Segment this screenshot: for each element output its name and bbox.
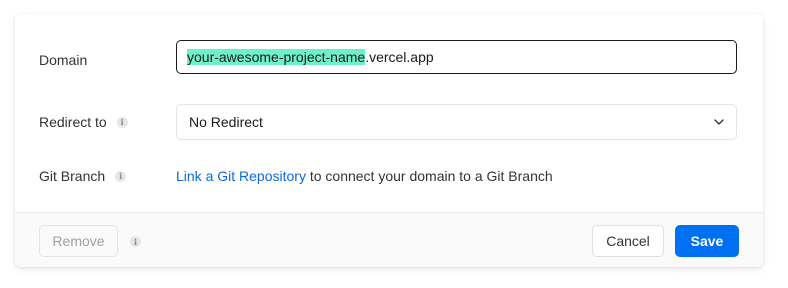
git-branch-label: Git Branch i <box>39 168 127 184</box>
redirect-info-icon[interactable]: i <box>116 116 128 128</box>
git-branch-description: Link a Git Repository to connect your do… <box>176 168 553 184</box>
domain-settings-card: Domain your-awesome-project-name .vercel.… <box>15 14 763 267</box>
cancel-button[interactable]: Cancel <box>592 225 664 257</box>
remove-info-icon[interactable]: i <box>130 236 141 247</box>
link-git-repository-link[interactable]: Link a Git Repository <box>176 168 306 184</box>
redirect-selected-value: No Redirect <box>189 114 263 130</box>
domain-label-text: Domain <box>39 52 88 68</box>
remove-button[interactable]: Remove <box>39 225 118 257</box>
domain-input-suffix: .vercel.app <box>365 49 434 65</box>
domain-input-selected-text: your-awesome-project-name <box>187 49 366 65</box>
redirect-select[interactable]: No Redirect <box>176 104 737 140</box>
card-footer: Remove i Cancel Save <box>15 212 763 267</box>
git-branch-info-icon[interactable]: i <box>115 170 127 182</box>
redirect-label: Redirect to i <box>39 114 128 130</box>
chevron-down-icon <box>714 119 724 125</box>
domain-input[interactable]: your-awesome-project-name .vercel.app <box>176 40 737 74</box>
save-button[interactable]: Save <box>675 225 739 257</box>
redirect-label-text: Redirect to <box>39 114 107 130</box>
git-branch-label-text: Git Branch <box>39 168 106 184</box>
git-branch-suffix-text: to connect your domain to a Git Branch <box>305 168 553 184</box>
domain-label: Domain <box>39 52 87 68</box>
